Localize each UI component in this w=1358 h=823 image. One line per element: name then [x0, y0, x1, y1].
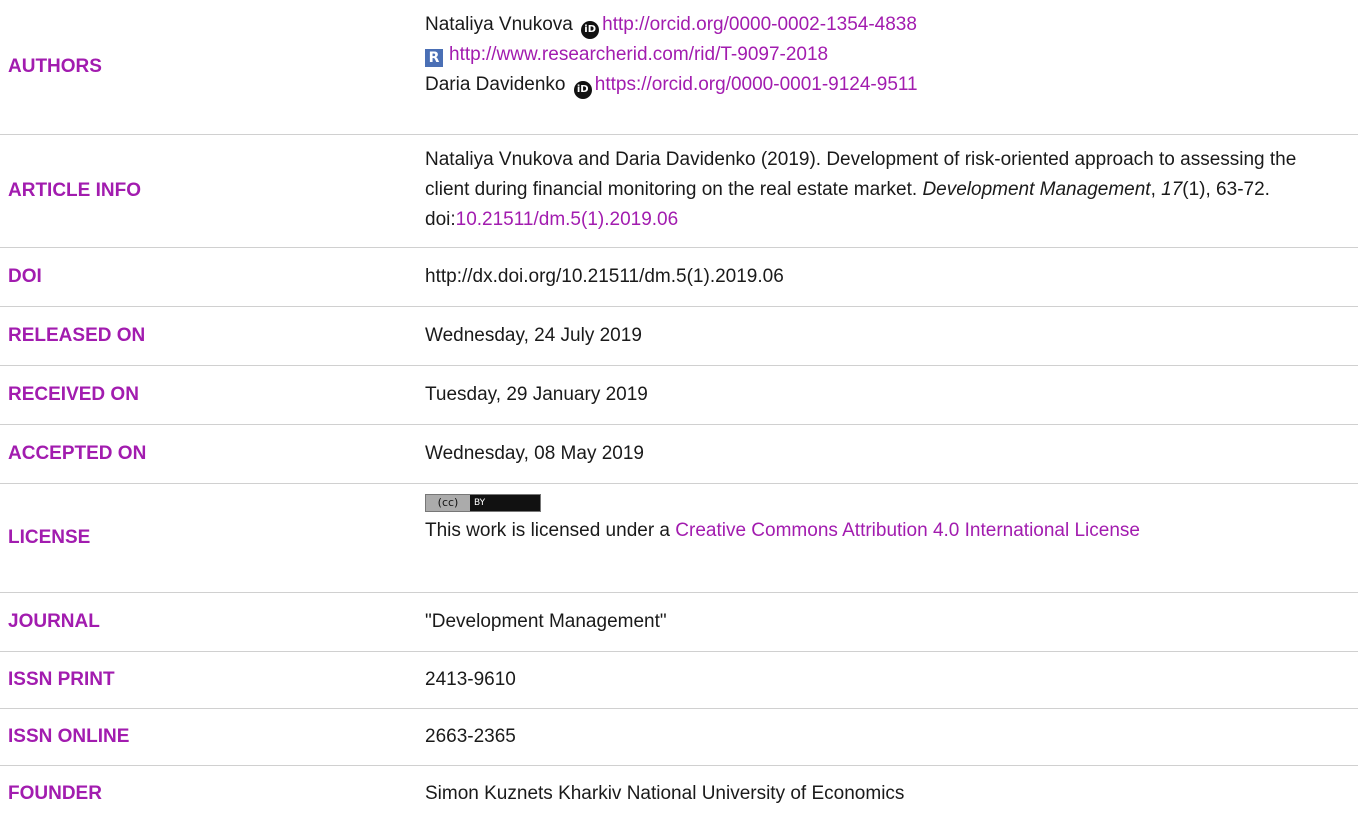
license-text: This work is licensed under a [425, 520, 676, 541]
label-issn-online: ISSN ONLINE [8, 726, 130, 747]
label-released-on: RELEASED ON [8, 325, 146, 346]
row-authors: AUTHORS Nataliya Vnukova iD http://orcid.… [0, 0, 1358, 135]
issn-online-value: 2663-2365 [425, 726, 516, 747]
journal-value: "Development Management" [425, 611, 667, 632]
citation-journal: Development Management [922, 179, 1151, 200]
issn-print-value: 2413-9610 [425, 669, 516, 690]
label-accepted-on: ACCEPTED ON [8, 443, 147, 464]
author-1-researcherid-line: Rhttp://www.researcherid.com/rid/T-9097-… [425, 40, 1345, 70]
row-received-on: RECEIVED ON Tuesday, 29 January 2019 [0, 366, 1358, 425]
author-1-orcid-link[interactable]: http://orcid.org/0000-0002-1354-4838 [602, 14, 917, 35]
authors-value: Nataliya Vnukova iD http://orcid.org/0000… [425, 10, 1345, 100]
article-info-value: Nataliya Vnukova and Daria Davidenko (20… [425, 145, 1345, 235]
label-journal: JOURNAL [8, 611, 100, 632]
label-article-info: ARTICLE INFO [8, 180, 141, 201]
row-article-info: ARTICLE INFO Nataliya Vnukova and Daria … [0, 135, 1358, 248]
row-issn-online: ISSN ONLINE 2663-2365 [0, 709, 1358, 766]
author-1-researcherid-link[interactable]: http://www.researcherid.com/rid/T-9097-2… [449, 44, 828, 65]
citation-sep: , [1150, 179, 1162, 200]
citation-volume: 17 [1161, 179, 1183, 200]
label-founder: FOUNDER [8, 783, 102, 804]
released-on-value: Wednesday, 24 July 2019 [425, 325, 642, 346]
author-2-orcid-link[interactable]: https://orcid.org/0000-0001-9124-9511 [595, 74, 918, 95]
founder-value: Simon Kuznets Kharkiv National Universit… [425, 783, 905, 804]
license-value: (cc) BY This work is licensed under a Cr… [425, 494, 1345, 546]
received-on-value: Tuesday, 29 January 2019 [425, 384, 648, 405]
cc-badge-cc: (cc) [426, 495, 470, 511]
label-license: LICENSE [8, 527, 91, 548]
label-received-on: RECEIVED ON [8, 384, 139, 405]
accepted-on-value: Wednesday, 08 May 2019 [425, 443, 644, 464]
row-accepted-on: ACCEPTED ON Wednesday, 08 May 2019 [0, 425, 1358, 484]
license-link[interactable]: Creative Commons Attribution 4.0 Interna… [675, 520, 1140, 541]
doi-value: http://dx.doi.org/10.21511/dm.5(1).2019.… [425, 266, 784, 287]
cc-badge-by: BY [474, 498, 486, 508]
orcid-icon: iD [581, 21, 600, 39]
row-doi: DOI http://dx.doi.org/10.21511/dm.5(1).2… [0, 248, 1358, 307]
row-journal: JOURNAL "Development Management" [0, 593, 1358, 652]
researcherid-icon: R [425, 49, 443, 67]
row-license: LICENSE (cc) BY This work is licensed un… [0, 484, 1358, 593]
orcid-icon: iD [573, 81, 592, 99]
author-1-name: Nataliya Vnukova [425, 14, 573, 35]
author-2-name: Daria Davidenko [425, 74, 566, 95]
author-2-line: Daria Davidenko iD https://orcid.org/0000… [425, 70, 1345, 100]
row-issn-print: ISSN PRINT 2413-9610 [0, 652, 1358, 709]
citation-doi-link[interactable]: 10.21511/dm.5(1).2019.06 [456, 209, 679, 230]
label-issn-print: ISSN PRINT [8, 669, 115, 690]
cc-by-badge[interactable]: (cc) BY [425, 494, 541, 512]
row-founder: FOUNDER Simon Kuznets Kharkiv National U… [0, 766, 1358, 822]
label-doi: DOI [8, 266, 42, 287]
row-released-on: RELEASED ON Wednesday, 24 July 2019 [0, 307, 1358, 366]
author-1-line: Nataliya Vnukova iD http://orcid.org/0000… [425, 10, 1345, 40]
label-authors: AUTHORS [8, 56, 102, 77]
